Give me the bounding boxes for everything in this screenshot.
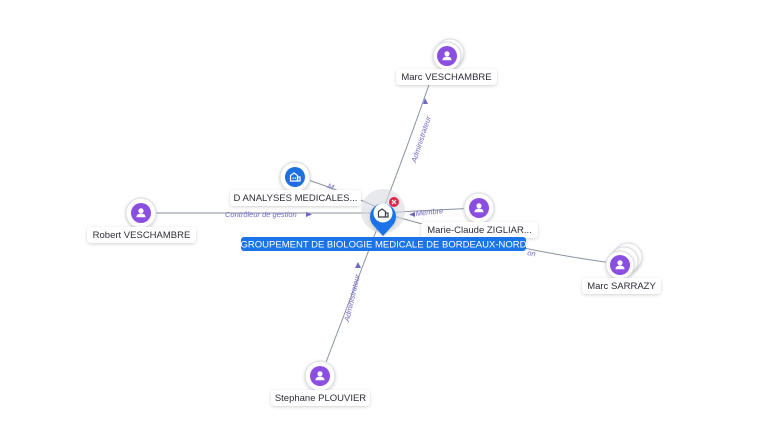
- node-stephane-plouvier[interactable]: Stephane PLOUVIER: [271, 360, 370, 406]
- node-label: Marc SARRAZY: [587, 281, 656, 292]
- node-marc-sarrazy[interactable]: Marc SARRAZY: [582, 242, 661, 294]
- relationship-graph: Administrateur M Contrôleur de gestion M…: [87, 38, 661, 406]
- edge-label: Membre: [415, 206, 443, 218]
- node-label: Robert VESCHAMBRE: [93, 230, 191, 241]
- center-node-label: GROUPEMENT DE BIOLOGIE MEDICALE DE BORDE…: [241, 240, 527, 251]
- node-label: D ANALYSES MEDICALES...: [234, 193, 358, 204]
- edge-label: Contrôleur de gestion: [225, 210, 297, 219]
- node-label: Stephane PLOUVIER: [275, 393, 366, 404]
- edge-arrow: [409, 212, 415, 217]
- edge-marc-veschambre: [382, 75, 433, 211]
- edge-label: Administrateur: [342, 273, 362, 324]
- node-robert-veschambre[interactable]: Robert VESCHAMBRE: [87, 197, 196, 243]
- node-marc-veschambre[interactable]: Marc VESCHAMBRE: [396, 38, 497, 85]
- node-label: Marc VESCHAMBRE: [401, 72, 491, 83]
- edge-label: on: [527, 248, 537, 258]
- close-icon[interactable]: [389, 197, 399, 207]
- node-d-analyses[interactable]: D ANALYSES MEDICALES...: [230, 161, 361, 206]
- edge-label: Administrateur: [409, 114, 433, 164]
- node-label: Marie-Claude ZIGLIAR...: [427, 225, 532, 236]
- edge-arrow: [355, 262, 361, 268]
